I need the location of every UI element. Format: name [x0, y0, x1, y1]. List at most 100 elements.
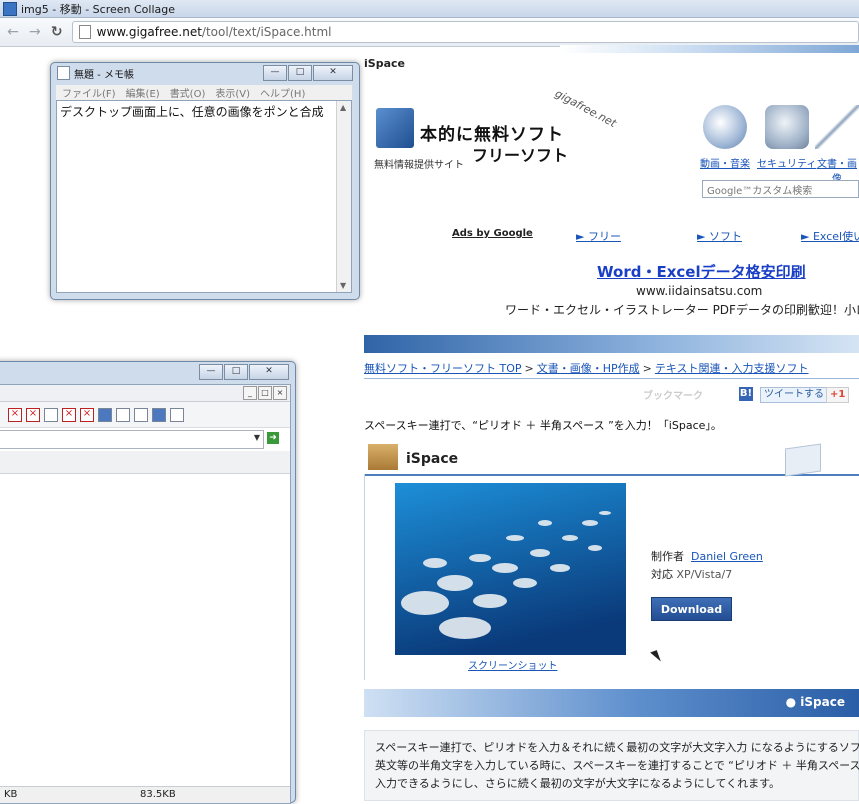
menu-edit[interactable]: 編集(E): [126, 85, 160, 100]
screenshot-image[interactable]: [395, 483, 626, 655]
ad-description: ワード・エクセル・イラストレーター PDFデータの印刷歓迎！小ロッ: [505, 303, 859, 317]
copy-icon[interactable]: [44, 407, 58, 422]
breadcrumb-docs[interactable]: 文書・画像・HP作成: [537, 362, 640, 375]
notepad-icon: [57, 66, 70, 80]
breadcrumb-sep: >: [642, 362, 652, 375]
mdi-minimize-icon[interactable]: _: [243, 386, 257, 400]
notepad-scrollbar[interactable]: ▲ ▼: [336, 101, 351, 292]
author-row: 制作者 Daniel Green: [651, 548, 763, 564]
tweet-button[interactable]: ツイートする: [760, 387, 828, 403]
minimize-icon[interactable]: —: [199, 364, 223, 380]
screenshot-link[interactable]: スクリーンショット: [468, 657, 558, 672]
remove-icon[interactable]: ×: [62, 407, 76, 422]
app-icon: [3, 1, 17, 16]
scroll-down-icon[interactable]: ▼: [340, 281, 346, 290]
ad-link-soft[interactable]: ► ソフト: [697, 228, 742, 244]
delete-all-icon[interactable]: ×: [26, 407, 40, 422]
breadcrumb-text[interactable]: テキスト関連・入力支援ソフト: [655, 362, 809, 375]
info-icon[interactable]: [152, 407, 166, 422]
section-header: iSpace: [364, 442, 859, 477]
breadcrumb-underline: [364, 378, 859, 379]
custom-search-input[interactable]: Google™カスタム検索: [702, 180, 859, 198]
ad-link-excel[interactable]: ► Excel使い: [801, 228, 859, 244]
back-arrow-icon[interactable]: ←: [4, 23, 22, 41]
reload-icon[interactable]: ↻: [48, 23, 66, 41]
ad-link-free[interactable]: ► フリー: [576, 228, 621, 244]
ad-url: www.iidainsatsu.com: [636, 284, 763, 298]
split-vertical-icon[interactable]: [134, 407, 148, 422]
download-button[interactable]: Download: [651, 597, 732, 621]
page-title: iSpace: [364, 57, 405, 70]
document-icon: [785, 443, 821, 477]
chevron-down-icon[interactable]: ▼: [254, 433, 260, 442]
window-title: img5 - 移動 - Screen Collage: [21, 2, 176, 16]
scroll-up-icon[interactable]: ▲: [340, 103, 346, 112]
menu-file[interactable]: ファイル(F): [62, 85, 116, 100]
notepad-titlebar[interactable]: 無題 - メモ帳 — □ ✕: [51, 63, 359, 83]
disc-icon: [703, 105, 747, 149]
menu-format[interactable]: 書式(O): [170, 85, 206, 100]
ad-title[interactable]: Word・Excelデータ格安印刷: [597, 261, 806, 282]
page-icon: [78, 25, 91, 39]
mdi-restore-icon[interactable]: □: [258, 386, 272, 400]
minimize-icon[interactable]: —: [263, 65, 287, 81]
notepad-window[interactable]: 無題 - メモ帳 — □ ✕ ファイル(F) 編集(E) 書式(O) 表示(V)…: [50, 62, 360, 300]
remove-all-icon[interactable]: ×: [80, 407, 94, 422]
menu-help[interactable]: ヘルプ(H): [260, 85, 305, 100]
os-value: XP/Vista/7: [676, 568, 733, 581]
category-security[interactable]: セキュリティ: [757, 105, 816, 170]
split-horizontal-icon[interactable]: [116, 407, 130, 422]
address-bar[interactable]: www.gigafree.net/tool/text/iSpace.html: [71, 21, 859, 43]
win2-toolbar: × × × ×: [0, 402, 290, 428]
close-icon[interactable]: ✕: [249, 364, 289, 380]
section-title: iSpace: [406, 451, 459, 467]
hatena-bookmark-button[interactable]: B!: [739, 387, 753, 401]
win2-combo[interactable]: ▼: [0, 430, 264, 449]
notepad-menubar: ファイル(F) 編集(E) 書式(O) 表示(V) ヘルプ(H): [56, 85, 352, 100]
breadcrumb-sep: >: [524, 362, 534, 375]
os-row: 対応 XP/Vista/7: [651, 566, 732, 582]
breadcrumb: 無料ソフト・フリーソフト TOP > 文書・画像・HP作成 > テキスト関連・入力支援ソ…: [364, 360, 809, 376]
header-stripe: [560, 45, 859, 53]
help-icon[interactable]: [170, 407, 184, 422]
author-link[interactable]: Daniel Green: [691, 550, 763, 563]
os-label: 対応: [651, 568, 673, 581]
author-label: 制作者: [651, 550, 684, 563]
logo-line2: フリーソフト: [472, 146, 569, 165]
win2-client: _ □ × × × × × ▼ ➜ KB 83.5KB: [0, 384, 291, 804]
category-security-link[interactable]: セキュリティ: [757, 159, 816, 170]
maximize-icon[interactable]: □: [288, 65, 312, 81]
box-icon: [368, 444, 398, 470]
blue-divider-bar: [364, 335, 859, 353]
notepad-title: 無題 - メモ帳: [74, 69, 134, 81]
url-host: www.gigafree.net: [96, 25, 202, 39]
description-line: 英文等の半角文字を入力している時に、スペースキーを連打することで “ピリオド ＋…: [375, 759, 859, 772]
close-icon[interactable]: ✕: [313, 65, 353, 81]
go-arrow-icon[interactable]: ➜: [267, 432, 279, 444]
logo-tagline: 無料情報提供サイト: [374, 160, 464, 171]
lead-text: スペースキー連打で、“ピリオド ＋ 半角スペース ”を入力！「iSpace」。: [364, 419, 722, 432]
win2-window-buttons: — □ ✕: [198, 364, 289, 380]
breadcrumb-top[interactable]: 無料ソフト・フリーソフト TOP: [364, 362, 522, 375]
win2-mdi-bar: _ □ ×: [0, 385, 290, 402]
ispace-banner-label: ● iSpace: [785, 695, 845, 709]
category-video-link[interactable]: 動画・音楽: [700, 159, 750, 170]
description-box: スペースキー連打で、ピリオドを入力＆それに続く最初の文字が大文字入力 になるよう…: [364, 730, 859, 801]
site-logo[interactable]: 本的に無料ソフト フリーソフト 無料情報提供サイト gigafree.net: [372, 87, 632, 171]
notepad-text-area[interactable]: デスクトップ画面上に、任意の画像をポンと合成 ▲ ▼: [56, 100, 352, 293]
maximize-icon[interactable]: □: [224, 364, 248, 380]
category-docs[interactable]: 文書・画像: [815, 105, 859, 185]
ads-by-google[interactable]: Ads by Google: [452, 228, 533, 239]
status-left: KB: [4, 789, 18, 800]
status-size: 83.5KB: [140, 789, 176, 800]
forward-arrow-icon[interactable]: →: [26, 23, 44, 41]
ispace-banner: ● iSpace: [364, 689, 859, 717]
lock-icon: [764, 105, 809, 149]
window-icon[interactable]: [98, 407, 112, 422]
category-video[interactable]: 動画・音楽: [700, 105, 750, 170]
google-plus-button[interactable]: +1: [826, 387, 850, 403]
second-window[interactable]: — □ ✕ _ □ × × × × × ▼ ➜ KB 83.5KB: [0, 361, 296, 804]
mdi-close-icon[interactable]: ×: [273, 386, 287, 400]
menu-view[interactable]: 表示(V): [215, 85, 250, 100]
delete-icon[interactable]: ×: [8, 407, 22, 422]
